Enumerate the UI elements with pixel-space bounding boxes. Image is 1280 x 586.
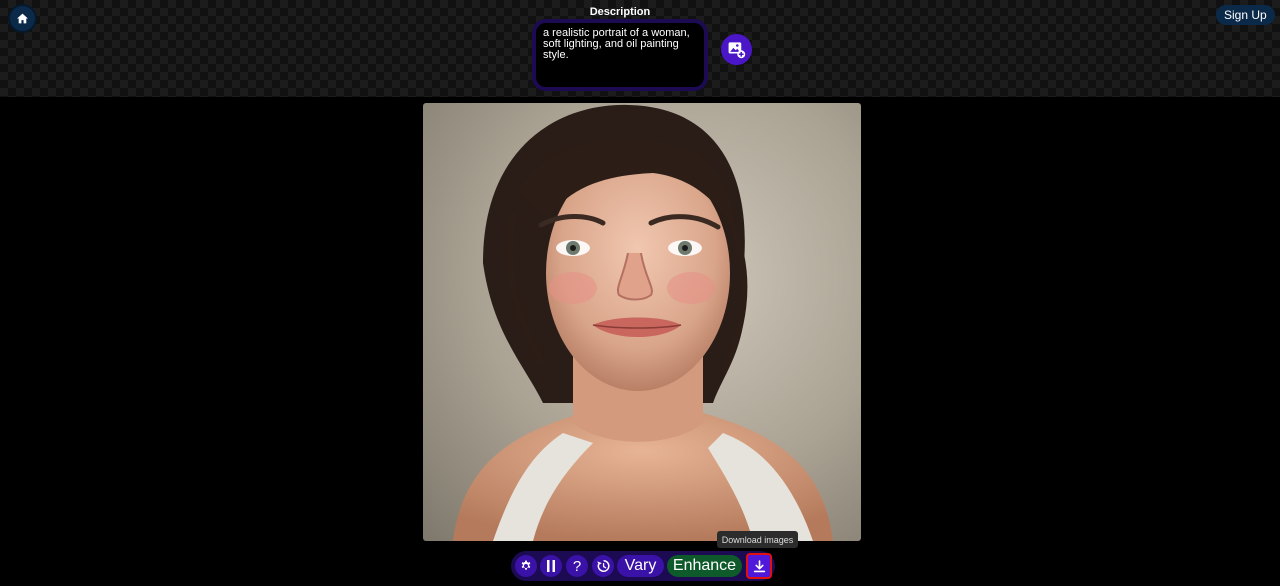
generated-image[interactable] bbox=[423, 103, 861, 541]
home-button[interactable] bbox=[10, 6, 35, 31]
download-icon bbox=[753, 559, 765, 572]
download-button[interactable] bbox=[746, 553, 772, 579]
description-label: Description bbox=[589, 6, 651, 18]
help-button[interactable]: ? bbox=[566, 555, 588, 577]
download-tooltip: Download images bbox=[717, 531, 798, 548]
pause-button[interactable] bbox=[540, 555, 562, 577]
settings-button[interactable] bbox=[515, 555, 537, 577]
gear-icon bbox=[521, 560, 531, 570]
pause-icon bbox=[547, 560, 555, 572]
enhance-button[interactable]: Enhance bbox=[667, 555, 742, 577]
add-image-button[interactable] bbox=[721, 34, 752, 65]
portrait-painting bbox=[453, 104, 833, 541]
history-icon bbox=[597, 560, 610, 572]
home-icon bbox=[17, 13, 28, 24]
vary-button[interactable]: Vary bbox=[617, 555, 664, 577]
add-image-icon bbox=[728, 42, 746, 59]
sign-up-button[interactable]: Sign Up bbox=[1216, 5, 1275, 25]
description-input[interactable]: a realistic portrait of a woman, soft li… bbox=[532, 19, 708, 91]
history-button[interactable] bbox=[592, 555, 614, 577]
